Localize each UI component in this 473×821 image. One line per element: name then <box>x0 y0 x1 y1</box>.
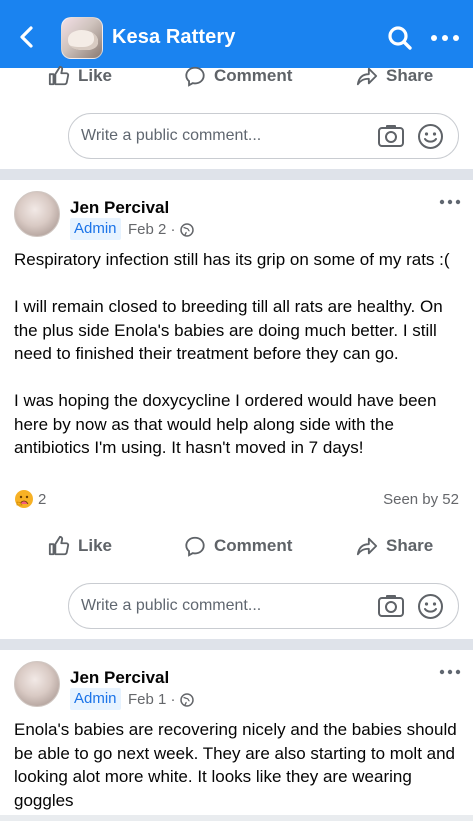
smiley-icon[interactable] <box>417 123 444 150</box>
share-arrow-icon <box>356 537 378 556</box>
comment-placeholder: Write a public comment... <box>81 127 262 144</box>
post-options-icon[interactable] <box>439 669 461 675</box>
comment-label: Comment <box>214 536 293 555</box>
author-avatar[interactable] <box>14 191 60 237</box>
post-options-icon[interactable] <box>439 199 461 205</box>
comment-placeholder: Write a public comment... <box>81 597 262 614</box>
post-separator <box>0 169 473 180</box>
admin-badge: Admin <box>70 688 121 710</box>
author-avatar[interactable] <box>14 661 60 707</box>
post-body: Respiratory infection still has its grip… <box>14 248 466 460</box>
care-reaction-icon <box>15 490 33 508</box>
post-body: Enola's babies are recovering nicely and… <box>14 718 466 812</box>
author-name[interactable]: Jen Percival <box>70 198 169 218</box>
seen-count[interactable]: Seen by 52 <box>383 491 459 508</box>
post-meta: Feb 1 · <box>128 691 194 708</box>
search-icon[interactable] <box>387 25 413 51</box>
globe-icon <box>179 222 194 237</box>
like-label: Like <box>78 536 113 555</box>
post-paragraph: Respiratory infection still has its grip… <box>14 250 450 269</box>
more-dots-icon[interactable] <box>430 34 460 42</box>
share-label: Share <box>386 536 434 555</box>
post-meta: Feb 2 · <box>128 221 194 238</box>
bottom-edge <box>0 815 473 821</box>
comment-input[interactable]: Write a public comment... <box>68 583 459 629</box>
thumbs-up-icon <box>48 65 70 86</box>
post-separator <box>0 639 473 650</box>
camera-icon[interactable] <box>377 593 405 619</box>
post-date[interactable]: Feb 1 · <box>128 691 176 708</box>
post-paragraph: Enola's babies are recovering nicely and… <box>14 720 457 810</box>
camera-icon[interactable] <box>377 123 405 149</box>
share-button[interactable]: Share <box>356 57 433 95</box>
action-row-top: Like Comment Share <box>0 57 473 95</box>
thumbs-up-icon <box>48 535 70 556</box>
like-button[interactable]: Like <box>48 57 112 95</box>
comment-bubble-icon <box>185 536 205 557</box>
post-paragraph: I was hoping the doxycycline I ordered w… <box>14 391 437 457</box>
comment-button[interactable]: Comment <box>184 57 292 95</box>
comment-button[interactable]: Comment <box>184 527 292 565</box>
author-name[interactable]: Jen Percival <box>70 668 169 688</box>
share-arrow-icon <box>356 67 378 86</box>
share-label: Share <box>386 66 434 85</box>
comment-bubble-icon <box>185 66 205 87</box>
comment-label: Comment <box>214 66 293 85</box>
post-paragraph: I will remain closed to breeding till al… <box>14 297 443 363</box>
like-label: Like <box>78 66 113 85</box>
smiley-icon[interactable] <box>417 593 444 620</box>
like-button[interactable]: Like <box>48 527 112 565</box>
reactions-summary[interactable]: 2 <box>14 489 46 509</box>
chevron-left-icon[interactable] <box>14 22 40 52</box>
admin-badge: Admin <box>70 218 121 240</box>
action-row: Like Comment Share <box>0 527 473 565</box>
share-button[interactable]: Share <box>356 527 433 565</box>
group-title[interactable]: Kesa Rattery <box>112 26 236 49</box>
comment-input[interactable]: Write a public comment... <box>68 113 459 159</box>
globe-icon <box>179 692 194 707</box>
group-avatar[interactable] <box>61 17 103 59</box>
post-date[interactable]: Feb 2 · <box>128 221 176 238</box>
reaction-count: 2 <box>38 490 47 508</box>
